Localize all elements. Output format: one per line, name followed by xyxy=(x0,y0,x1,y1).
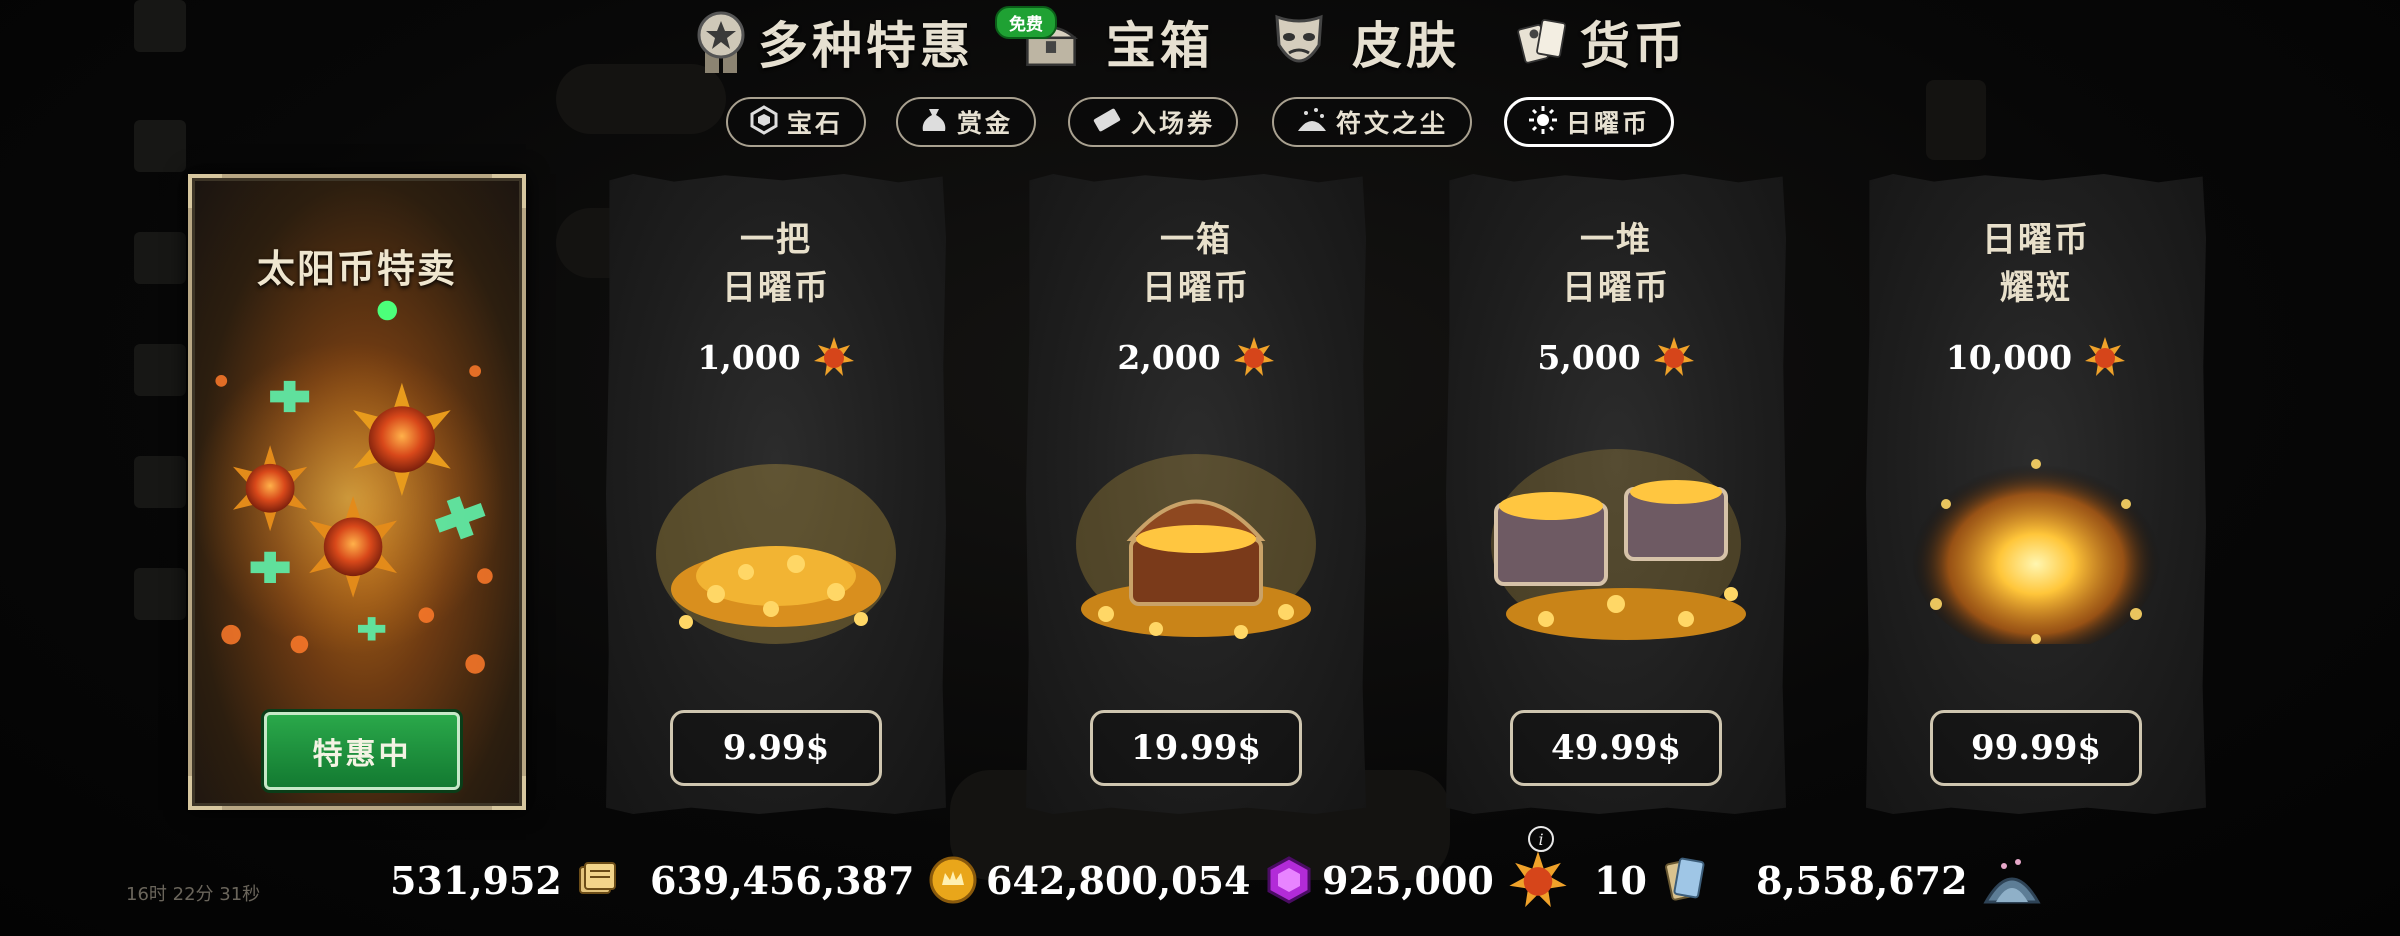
background-timer: 16时 22分 31秒 xyxy=(126,884,261,905)
sun-coin-icon xyxy=(813,337,854,376)
sun-icon xyxy=(1528,105,1558,139)
subtab-label: 符文之尘 xyxy=(1335,109,1448,138)
offer-card[interactable]: 日曜币 耀斑 10,000 99.99$ xyxy=(1866,174,2206,814)
pile-sun-coins-art xyxy=(1491,449,1746,640)
offer-amount: 10,000 xyxy=(1866,336,2206,378)
bg-settings-sliders xyxy=(1926,80,1986,160)
bg-sidebar-icon xyxy=(134,344,186,396)
currency-value: 10 xyxy=(1594,857,1647,903)
subtab-label: 赏金 xyxy=(956,109,1013,138)
gem-icon xyxy=(749,105,779,139)
ticket-stack-icon xyxy=(578,862,616,894)
bg-sidebar-icon xyxy=(134,120,186,172)
tab-skins[interactable]: 皮肤 xyxy=(1272,6,1460,78)
theater-mask-icon xyxy=(1272,13,1326,71)
currency-value: 642,800,054 xyxy=(986,857,1251,903)
free-badge: 免费 xyxy=(995,6,1057,39)
currency-sun-coins: 925,000 xyxy=(1322,851,1568,908)
offer-name: 日曜币 耀斑 xyxy=(1982,220,2090,308)
currency-cards-icon xyxy=(1516,13,1570,71)
subtab-label: 入场券 xyxy=(1130,109,1215,138)
medal-star-icon xyxy=(694,11,748,73)
offer-card[interactable]: 一堆 日曜币 5,000 49.99$ xyxy=(1446,174,1786,814)
bg-sidebar-icon xyxy=(134,0,186,52)
subtab-rune-dust[interactable]: 符文之尘 xyxy=(1272,97,1472,147)
sun-coin-flare-art xyxy=(1911,454,2161,644)
subtab-label: 宝石 xyxy=(786,109,843,138)
offer-name: 一堆 日曜币 xyxy=(1562,220,1670,308)
offer-name: 一箱 日曜币 xyxy=(1142,220,1250,308)
currency-value: 531,952 xyxy=(390,857,562,903)
subtab-sun-coins[interactable]: 日曜币 xyxy=(1504,97,1674,147)
featured-sun-coins-art xyxy=(192,300,505,674)
rune-dust-pile-icon xyxy=(1982,859,2041,904)
card-corner-ornament xyxy=(492,174,526,208)
rune-card-icon xyxy=(1664,857,1705,901)
chest-sun-coins-art xyxy=(1076,454,1316,639)
subtab-bounty[interactable]: 赏金 xyxy=(896,97,1036,147)
currency-gems: 642,800,054 xyxy=(986,852,1314,908)
sun-coin-icon xyxy=(1509,851,1567,908)
currency-value: 8,558,672 xyxy=(1756,857,1968,903)
tab-label: 宝箱 xyxy=(1106,16,1214,75)
tab-currency[interactable]: 货币 xyxy=(1516,6,1688,78)
card-corner-ornament xyxy=(188,174,222,208)
ticket-icon xyxy=(1091,105,1123,139)
bg-sidebar-icon xyxy=(134,568,186,620)
bg-sidebar-icon xyxy=(134,232,186,284)
offer-amount: 1,000 xyxy=(606,336,946,378)
offer-card[interactable]: 一把 日曜币 1,000 9.99$ xyxy=(606,174,946,814)
price-button[interactable]: 49.99$ xyxy=(1510,710,1722,786)
subtab-tickets[interactable]: 入场券 xyxy=(1068,97,1238,147)
subtab-gems[interactable]: 宝石 xyxy=(726,97,866,147)
card-corner-ornament xyxy=(188,776,222,810)
featured-sun-coin-sale-card[interactable]: 太阳币特卖 特惠中 xyxy=(188,174,526,810)
on-sale-button[interactable]: 特惠中 xyxy=(264,712,460,790)
currency-value: 925,000 xyxy=(1322,857,1494,903)
sun-coin-icon xyxy=(2085,337,2126,376)
tab-label: 货币 xyxy=(1580,16,1688,75)
tab-special-offers[interactable]: 多种特惠 xyxy=(694,6,974,78)
currency-rune-cards: 10 xyxy=(1594,852,1705,908)
featured-title: 太阳币特卖 xyxy=(256,246,457,291)
offer-amount: 2,000 xyxy=(1026,336,1366,378)
offer-amount: 5,000 xyxy=(1446,336,1786,378)
gold-coin-icon xyxy=(929,856,977,904)
bg-sidebar-icon xyxy=(134,456,186,508)
price-button[interactable]: 9.99$ xyxy=(670,710,882,786)
purple-gem-icon xyxy=(1267,856,1311,904)
sun-coin-icon xyxy=(1653,337,1694,376)
subtab-label: 日曜币 xyxy=(1565,109,1650,138)
offer-name: 一把 日曜币 xyxy=(722,220,830,308)
tab-label: 皮肤 xyxy=(1352,16,1460,75)
currency-tickets: 531,952 xyxy=(390,852,618,908)
currency-rune-dust: 8,558,672 xyxy=(1756,852,2042,908)
price-button[interactable]: 19.99$ xyxy=(1090,710,1302,786)
sun-coin-icon xyxy=(1233,337,1274,376)
offer-card[interactable]: 一箱 日曜币 2,000 19.99$ xyxy=(1026,174,1366,814)
tab-label: 多种特惠 xyxy=(758,16,974,75)
card-corner-ornament xyxy=(492,776,526,810)
rune-dust-icon xyxy=(1296,105,1328,139)
currency-gold: 639,456,387 xyxy=(650,852,978,908)
currency-value: 639,456,387 xyxy=(650,857,915,903)
bounty-bag-icon xyxy=(919,105,949,139)
handful-sun-coins-art xyxy=(656,464,896,644)
price-button[interactable]: 99.99$ xyxy=(1930,710,2142,786)
info-icon[interactable]: i xyxy=(1528,826,1554,852)
